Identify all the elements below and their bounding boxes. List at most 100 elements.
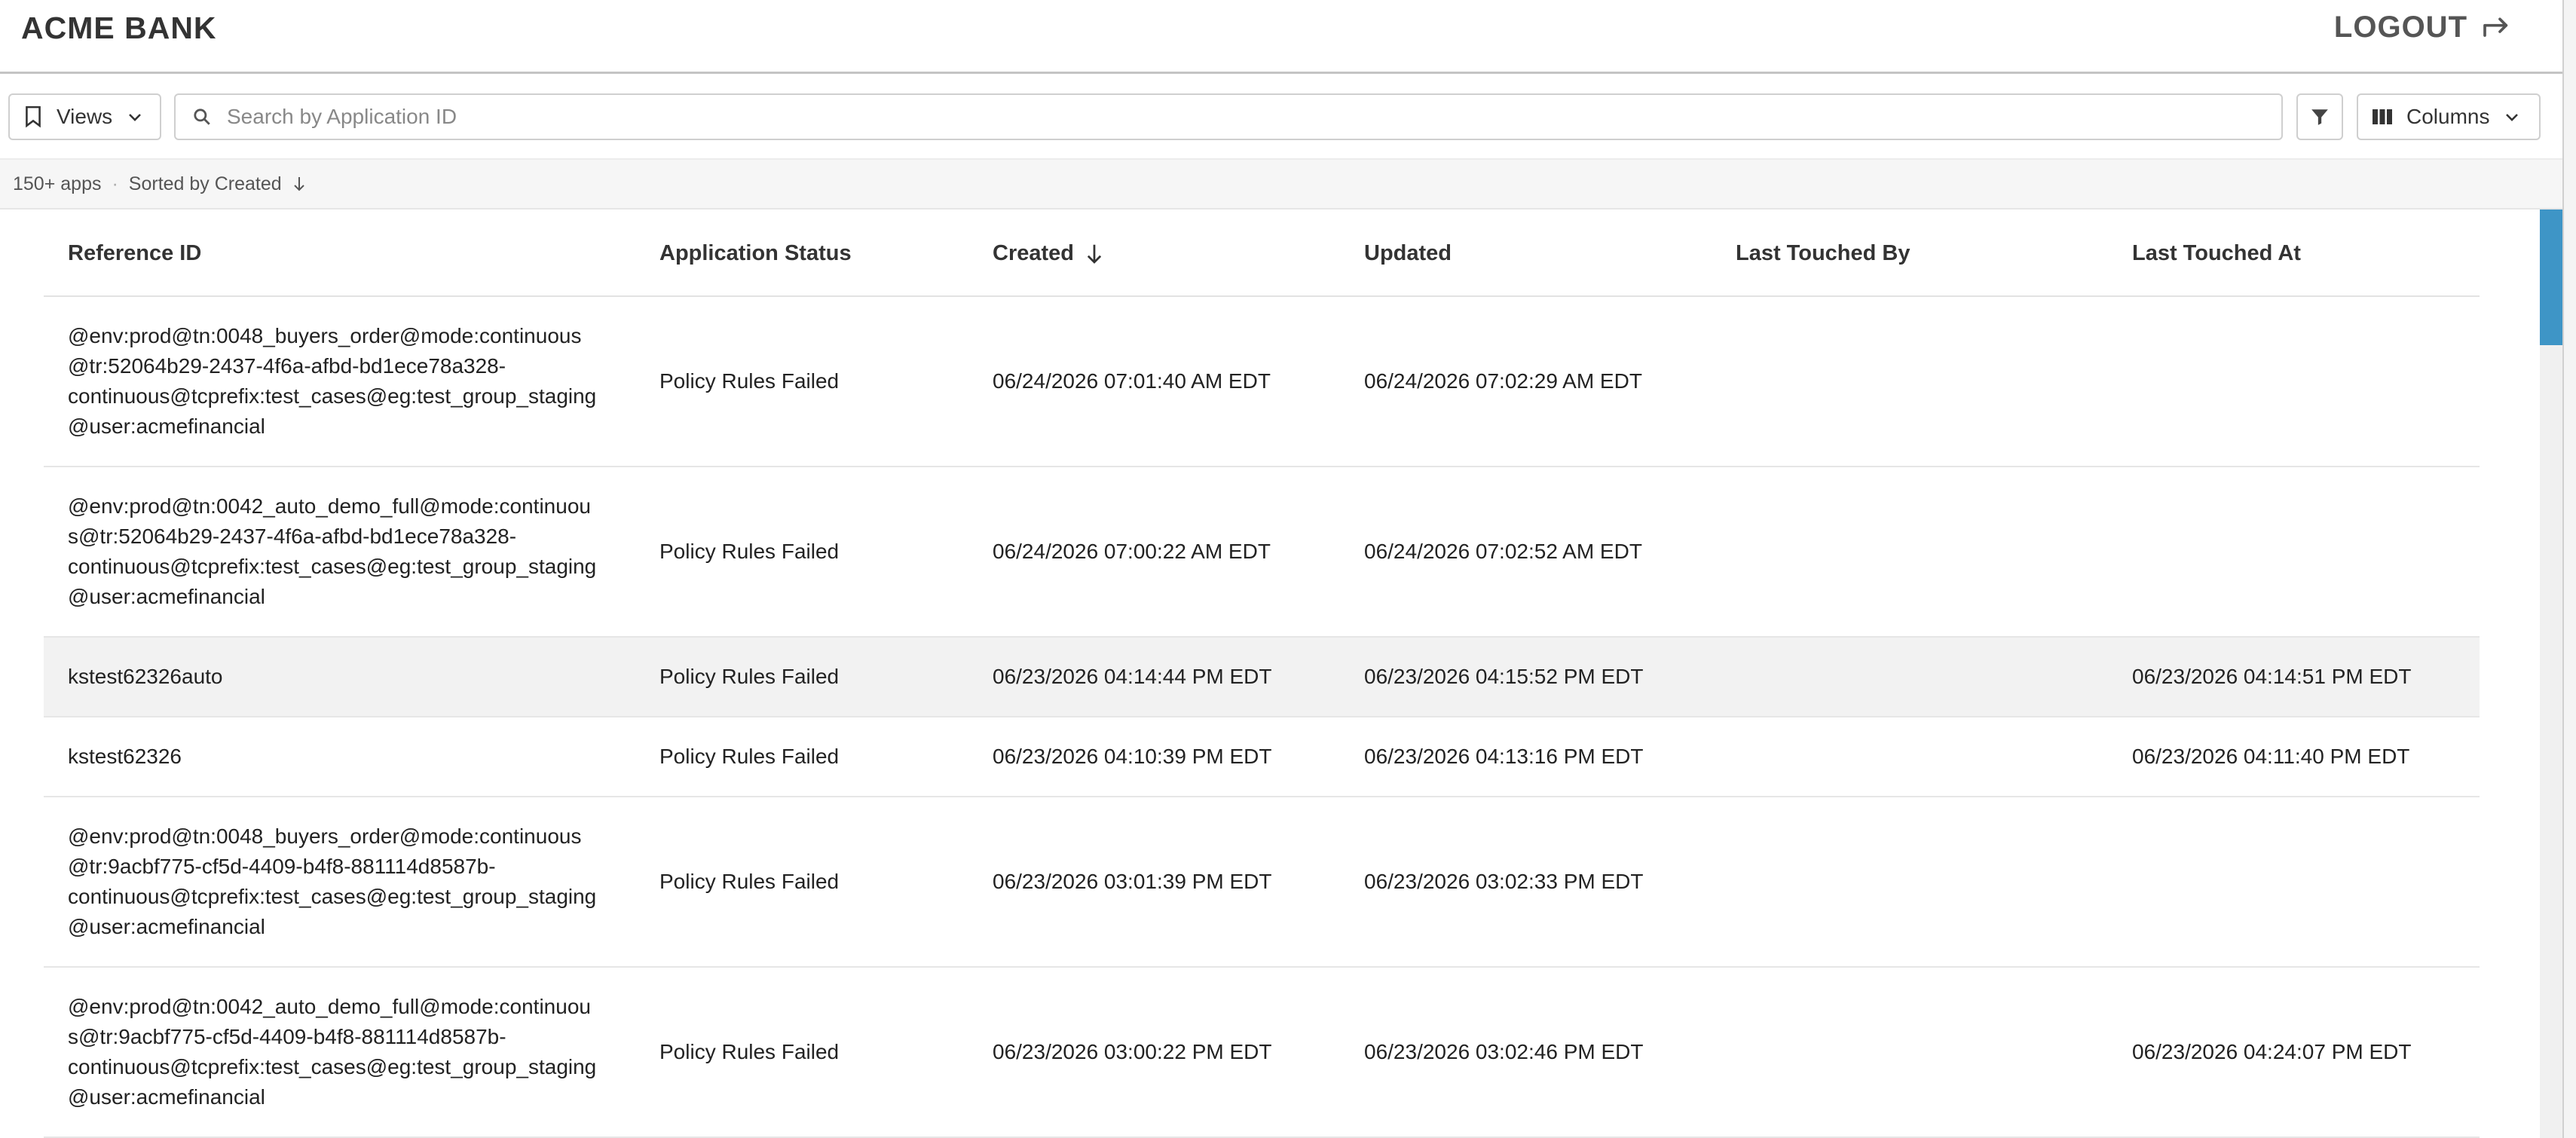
column-header-created[interactable]: Created: [993, 241, 1104, 266]
search-icon: [194, 109, 210, 125]
table-row[interactable]: @env:prod@tn:0042_auto_demo_full@mode:co…: [44, 968, 2480, 1138]
cell-created: 06/23/2026 04:14:44 PM EDT: [993, 665, 1272, 688]
logout-label: LOGOUT: [2333, 11, 2467, 44]
table-row[interactable]: @env:prod@tn:0042_auto_demo_full@mode:co…: [44, 467, 2480, 638]
table-header: Reference ID Application Status Created …: [44, 210, 2480, 297]
brand-title: ACME BANK: [21, 11, 217, 45]
filter-icon: [2311, 109, 2328, 125]
reference-id-text: kstest62326auto: [68, 662, 610, 692]
sort-indicator[interactable]: Sorted by Created: [129, 173, 282, 195]
reference-id-line: @user:acmefinancial: [68, 585, 265, 608]
cell-reference-id: kstest62326: [68, 717, 610, 796]
reference-id-line: s@tr:9acbf775-cf5d-4409-b4f8-881114d8587…: [68, 1025, 506, 1048]
cell-created: 06/24/2026 07:01:40 AM EDT: [993, 369, 1271, 393]
header: ACME BANK LOGOUT: [0, 0, 2562, 74]
views-button[interactable]: Views: [8, 93, 161, 140]
table-row[interactable]: kstest62326auto Policy Rules Failed 06/23/…: [44, 638, 2480, 717]
cell-last-touched-at: 06/23/2026 04:14:51 PM EDT: [2132, 665, 2412, 688]
column-header-application-status[interactable]: Application Status: [659, 241, 852, 266]
cell-application-status: Policy Rules Failed: [659, 1040, 840, 1063]
column-header-reference-id[interactable]: Reference ID: [68, 241, 201, 266]
reference-id-line: @env:prod@tn:0042_auto_demo_full@mode:co…: [68, 494, 591, 518]
status-bar: 150+ apps · Sorted by Created: [0, 158, 2562, 210]
reference-id-line: @env:prod@tn:0042_auto_demo_full@mode:co…: [68, 995, 591, 1018]
column-header-label: Reference ID: [68, 241, 202, 265]
columns-icon: [2373, 109, 2392, 124]
search-input[interactable]: [225, 104, 2188, 130]
logout-arrow-icon: [2483, 17, 2508, 37]
logout-button[interactable]: LOGOUT: [2334, 11, 2511, 44]
reference-id-line: @user:acmefinancial: [68, 915, 265, 938]
reference-id-text: @env:prod@tn:0048_buyers_order@mode:cont…: [68, 321, 610, 442]
reference-id-line: kstest62326: [68, 745, 182, 768]
cell-created: 06/24/2026 07:00:22 AM EDT: [993, 540, 1271, 563]
cell-application-status: Policy Rules Failed: [659, 745, 840, 768]
table-row[interactable]: @env:prod@tn:0048_buyers_order@mode:cont…: [44, 297, 2480, 467]
arrow-down-icon: [1087, 244, 1102, 264]
scrollbar-track[interactable]: [2540, 210, 2562, 1138]
columns-button[interactable]: Columns: [2357, 93, 2541, 140]
cell-reference-id: kstest62326auto: [68, 638, 610, 716]
search-box[interactable]: [174, 93, 2283, 140]
reference-id-line: continuous@tcprefix:test_cases@eg:test_g…: [68, 384, 597, 408]
cell-reference-id: @env:prod@tn:0042_auto_demo_full@mode:co…: [68, 968, 610, 1136]
reference-id-line: @env:prod@tn:0048_buyers_order@mode:cont…: [68, 824, 582, 848]
cell-reference-id: @env:prod@tn:0048_buyers_order@mode:cont…: [68, 297, 610, 466]
filter-button[interactable]: [2296, 93, 2343, 140]
table-row[interactable]: kstest62326 Policy Rules Failed 06/23/2026…: [44, 717, 2480, 797]
cell-created: 06/23/2026 03:00:22 PM EDT: [993, 1040, 1272, 1063]
applications-table: Reference ID Application Status Created …: [44, 210, 2480, 1138]
column-header-label: Last Touched At: [2132, 241, 2301, 265]
cell-updated: 06/23/2026 03:02:33 PM EDT: [1364, 870, 1644, 893]
cell-updated: 06/24/2026 07:02:52 AM EDT: [1364, 540, 1642, 563]
cell-updated: 06/23/2026 04:15:52 PM EDT: [1364, 665, 1644, 688]
reference-id-text: @env:prod@tn:0042_auto_demo_full@mode:co…: [68, 992, 610, 1112]
cell-updated: 06/23/2026 04:13:16 PM EDT: [1364, 745, 1644, 768]
cell-last-touched-at: 06/23/2026 04:11:40 PM EDT: [2132, 745, 2410, 768]
column-header-label: Application Status: [659, 241, 852, 265]
cell-application-status: Policy Rules Failed: [659, 540, 840, 563]
reference-id-line: continuous@tcprefix:test_cases@eg:test_g…: [68, 555, 597, 578]
reference-id-text: kstest62326: [68, 742, 610, 772]
window-edge: [2562, 0, 2576, 1138]
bookmark-icon: [26, 106, 41, 128]
cell-application-status: Policy Rules Failed: [659, 870, 840, 893]
cell-updated: 06/24/2026 07:02:29 AM EDT: [1364, 369, 1642, 393]
cell-application-status: Policy Rules Failed: [659, 665, 840, 688]
column-header-last-touched-by[interactable]: Last Touched By: [1736, 241, 1911, 266]
cell-created: 06/23/2026 03:01:39 PM EDT: [993, 870, 1272, 893]
arrow-down-icon: [293, 177, 304, 191]
scrollbar-thumb[interactable]: [2540, 210, 2562, 345]
column-header-label: Last Touched By: [1736, 241, 1911, 265]
cell-last-touched-at: 06/23/2026 04:24:07 PM EDT: [2132, 1040, 2412, 1063]
reference-id-line: s@tr:52064b29-2437-4f6a-afbd-bd1ece78a32…: [68, 525, 517, 548]
column-header-last-touched-at[interactable]: Last Touched At: [2132, 241, 2301, 266]
table-row[interactable]: @env:prod@tn:0048_buyers_order@mode:cont…: [44, 797, 2480, 968]
app-window: ACME BANK LOGOUT Views Columns 150+ app: [0, 0, 2562, 1138]
reference-id-line: @tr:52064b29-2437-4f6a-afbd-bd1ece78a328…: [68, 354, 506, 378]
reference-id-line: kstest62326auto: [68, 665, 223, 688]
column-header-label: Created: [993, 241, 1074, 265]
cell-reference-id: @env:prod@tn:0048_buyers_order@mode:cont…: [68, 797, 610, 966]
columns-label: Columns: [2406, 105, 2490, 128]
app-count: 150+ apps: [13, 173, 102, 194]
cell-created: 06/23/2026 04:10:39 PM EDT: [993, 745, 1272, 768]
column-header-updated[interactable]: Updated: [1364, 241, 1452, 266]
reference-id-text: @env:prod@tn:0042_auto_demo_full@mode:co…: [68, 491, 610, 612]
reference-id-line: continuous@tcprefix:test_cases@eg:test_g…: [68, 885, 597, 908]
chevron-down-icon: [129, 114, 142, 121]
cell-reference-id: @env:prod@tn:0042_auto_demo_full@mode:co…: [68, 467, 610, 636]
reference-id-line: @tr:9acbf775-cf5d-4409-b4f8-881114d8587b…: [68, 855, 496, 878]
cell-updated: 06/23/2026 03:02:46 PM EDT: [1364, 1040, 1644, 1063]
reference-id-line: @user:acmefinancial: [68, 1085, 265, 1109]
toolbar: Views Columns: [0, 74, 2562, 158]
column-header-label: Updated: [1364, 241, 1452, 265]
separator-dot: ·: [112, 173, 118, 194]
reference-id-line: @user:acmefinancial: [68, 415, 265, 438]
cell-application-status: Policy Rules Failed: [659, 369, 840, 393]
reference-id-line: continuous@tcprefix:test_cases@eg:test_g…: [68, 1055, 597, 1078]
reference-id-text: @env:prod@tn:0048_buyers_order@mode:cont…: [68, 821, 610, 942]
chevron-down-icon: [2506, 114, 2519, 121]
views-label: Views: [57, 105, 113, 128]
reference-id-line: @env:prod@tn:0048_buyers_order@mode:cont…: [68, 324, 582, 347]
